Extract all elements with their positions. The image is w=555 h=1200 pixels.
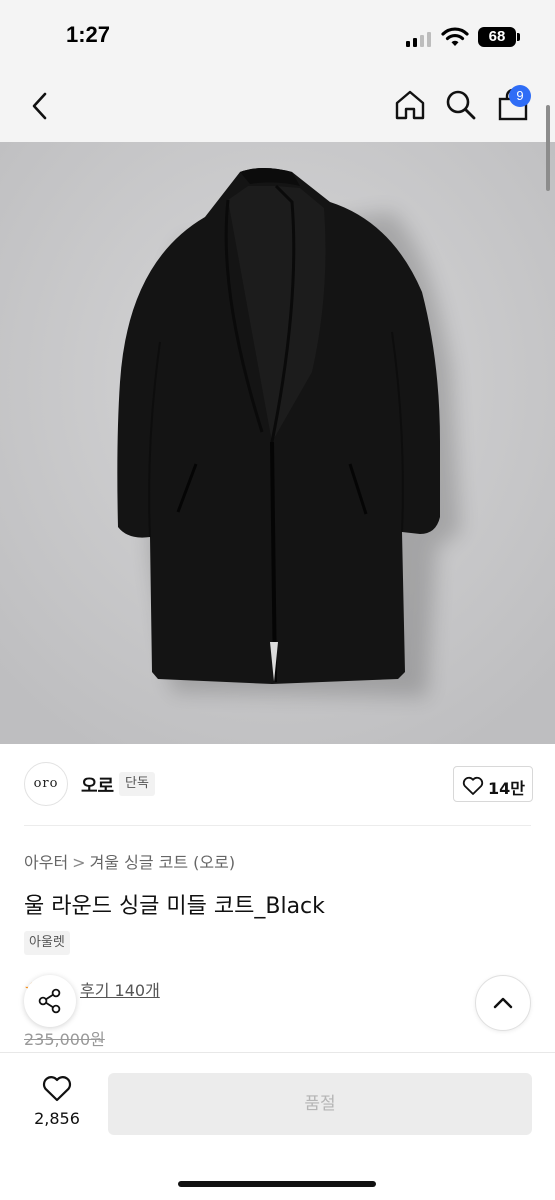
brand-like-count: 14만 [488, 779, 525, 798]
heart-icon [42, 1076, 72, 1102]
product-image[interactable] [0, 142, 555, 744]
search-icon[interactable] [444, 88, 478, 122]
breadcrumb-category[interactable]: 아우터 [24, 853, 68, 872]
outlet-tag: 아울렛 [24, 931, 70, 955]
share-icon [38, 988, 61, 1014]
coat-image [0, 142, 555, 744]
battery-tip [517, 33, 520, 41]
brand-exclusive-tag: 단독 [119, 772, 155, 796]
breadcrumb: 아우터 > 겨울 싱글 코트 (오로) [24, 849, 235, 873]
signal-icon [406, 31, 434, 47]
divider [24, 825, 531, 826]
wishlist-count: 2,856 [34, 1109, 80, 1128]
status-bar: 1:27 68 [0, 0, 555, 72]
breadcrumb-separator: > [72, 853, 86, 872]
back-icon[interactable] [26, 90, 56, 122]
brand-like-button[interactable]: 14만 [453, 766, 533, 802]
product-title: 울 라운드 싱글 미들 코트_Black [24, 894, 325, 919]
home-icon[interactable] [393, 88, 427, 122]
scroll-top-button[interactable] [475, 975, 531, 1031]
scroll-indicator[interactable] [546, 105, 550, 191]
original-price: 235,000원 [24, 1030, 105, 1049]
share-button[interactable] [24, 975, 76, 1027]
brand-name[interactable]: 오로 [81, 772, 114, 798]
review-link[interactable]: 후기 140개 [80, 977, 160, 1001]
cart-count-badge: 9 [509, 85, 531, 107]
wifi-icon [441, 27, 469, 46]
brand-logo[interactable]: oro [24, 762, 68, 806]
bottom-action-bar: 2,856 품절 [0, 1052, 555, 1200]
chevron-up-icon [493, 997, 513, 1009]
home-indicator [178, 1181, 376, 1187]
status-time: 1:27 [66, 22, 111, 47]
soldout-button[interactable]: 품절 [108, 1073, 532, 1135]
wishlist-button[interactable]: 2,856 [22, 1071, 92, 1135]
top-navigation [0, 72, 555, 142]
breadcrumb-collection[interactable]: 겨울 싱글 코트 (오로) [90, 853, 236, 872]
heart-icon [462, 776, 484, 795]
battery-indicator: 68 [478, 27, 516, 47]
brand-row: oro 오로 단독 14만 [0, 744, 555, 826]
